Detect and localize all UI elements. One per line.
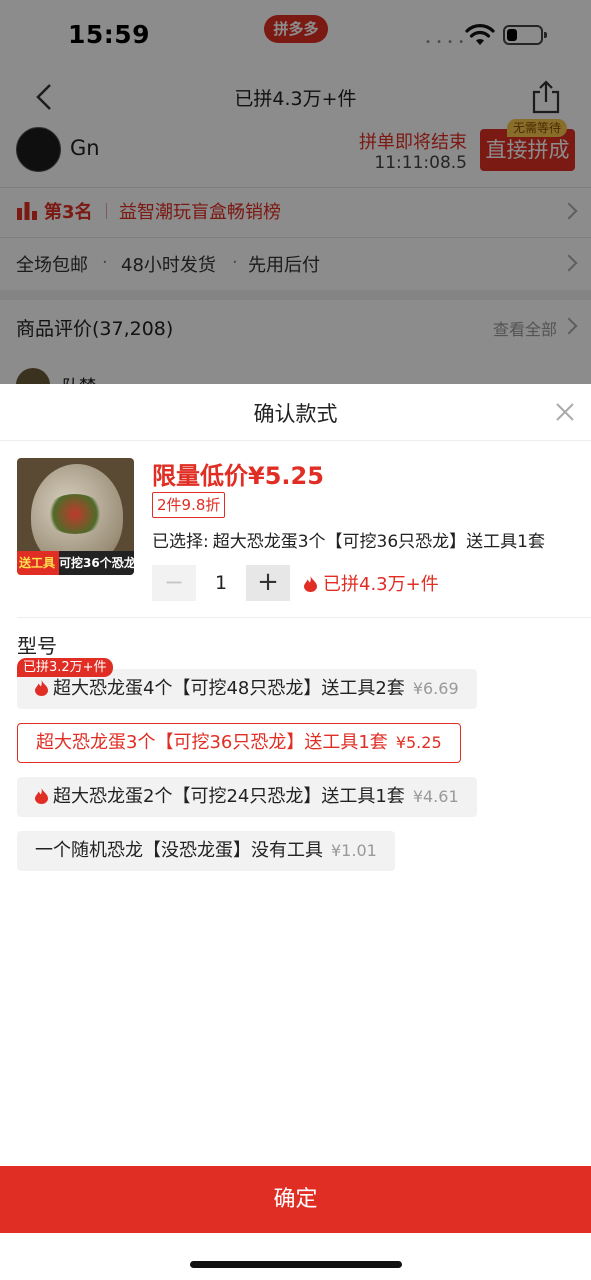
discount-tag: 2件9.8折: [152, 492, 226, 518]
option-price: ¥5.25: [395, 733, 442, 752]
option-price: ¥6.69: [412, 679, 459, 698]
option-sold-badge: 已拼3.2万+件: [17, 658, 113, 677]
sku-sheet: 确认款式 送工具 可挖36个恐龙 限量低价¥5.25 2件9.8折 已选择: 超大恐…: [0, 384, 591, 1280]
page: 15:59 拼多多 • • • • 已拼4.3万+件 Gn 拼单即将结束 11:…: [0, 0, 591, 1280]
option-label: 超大恐龙蛋4个【可挖48只恐龙】送工具2套: [53, 678, 405, 699]
flame-icon: [35, 680, 48, 696]
option-price: ¥1.01: [331, 841, 377, 860]
thumb-caption: 送工具 可挖36个恐龙: [17, 551, 134, 575]
confirm-button[interactable]: 确定: [0, 1166, 591, 1233]
option-label: 一个随机恐龙【没恐龙蛋】没有工具: [35, 840, 323, 861]
sold-count-text: 已拼4.3万+件: [323, 574, 439, 595]
sheet-title: 确认款式: [253, 402, 338, 426]
plus-button[interactable]: +: [246, 565, 290, 601]
selected-prefix: 已选择:: [152, 532, 209, 552]
dim-overlay[interactable]: [0, 0, 591, 384]
sheet-header: 确认款式: [0, 384, 591, 441]
thumb-caption-tool: 送工具: [18, 556, 55, 570]
model-label: 型号: [17, 634, 57, 658]
home-indicator: [190, 1261, 402, 1268]
quantity-value[interactable]: 1: [196, 565, 246, 601]
option-label: 超大恐龙蛋3个【可挖36只恐龙】送工具1套: [36, 732, 388, 753]
dinosaur-image: [45, 494, 105, 534]
flame-icon: [35, 788, 48, 804]
option-random-dino[interactable]: 一个随机恐龙【没恐龙蛋】没有工具 ¥1.01: [17, 831, 395, 871]
option-3-eggs[interactable]: 超大恐龙蛋3个【可挖36只恐龙】送工具1套 ¥5.25: [17, 723, 461, 763]
divider: [17, 617, 591, 618]
selected-variant: 已选择: 超大恐龙蛋3个【可挖36只恐龙】送工具1套: [152, 527, 582, 552]
price-label: 限量低价¥5.25: [152, 462, 324, 490]
option-label: 超大恐龙蛋2个【可挖24只恐龙】送工具1套: [53, 786, 405, 807]
sold-count: 已拼4.3万+件: [304, 570, 439, 596]
thumb-caption-dig: 可挖36个恐龙: [59, 556, 134, 570]
product-image[interactable]: 送工具 可挖36个恐龙: [17, 458, 134, 575]
minus-button[interactable]: −: [152, 565, 196, 601]
selected-value: 超大恐龙蛋3个【可挖36只恐龙】送工具1套: [212, 532, 545, 552]
option-price: ¥4.61: [412, 787, 459, 806]
option-2-eggs[interactable]: 超大恐龙蛋2个【可挖24只恐龙】送工具1套 ¥4.61: [17, 777, 477, 817]
flame-icon: [304, 576, 317, 592]
close-icon[interactable]: [555, 402, 575, 422]
